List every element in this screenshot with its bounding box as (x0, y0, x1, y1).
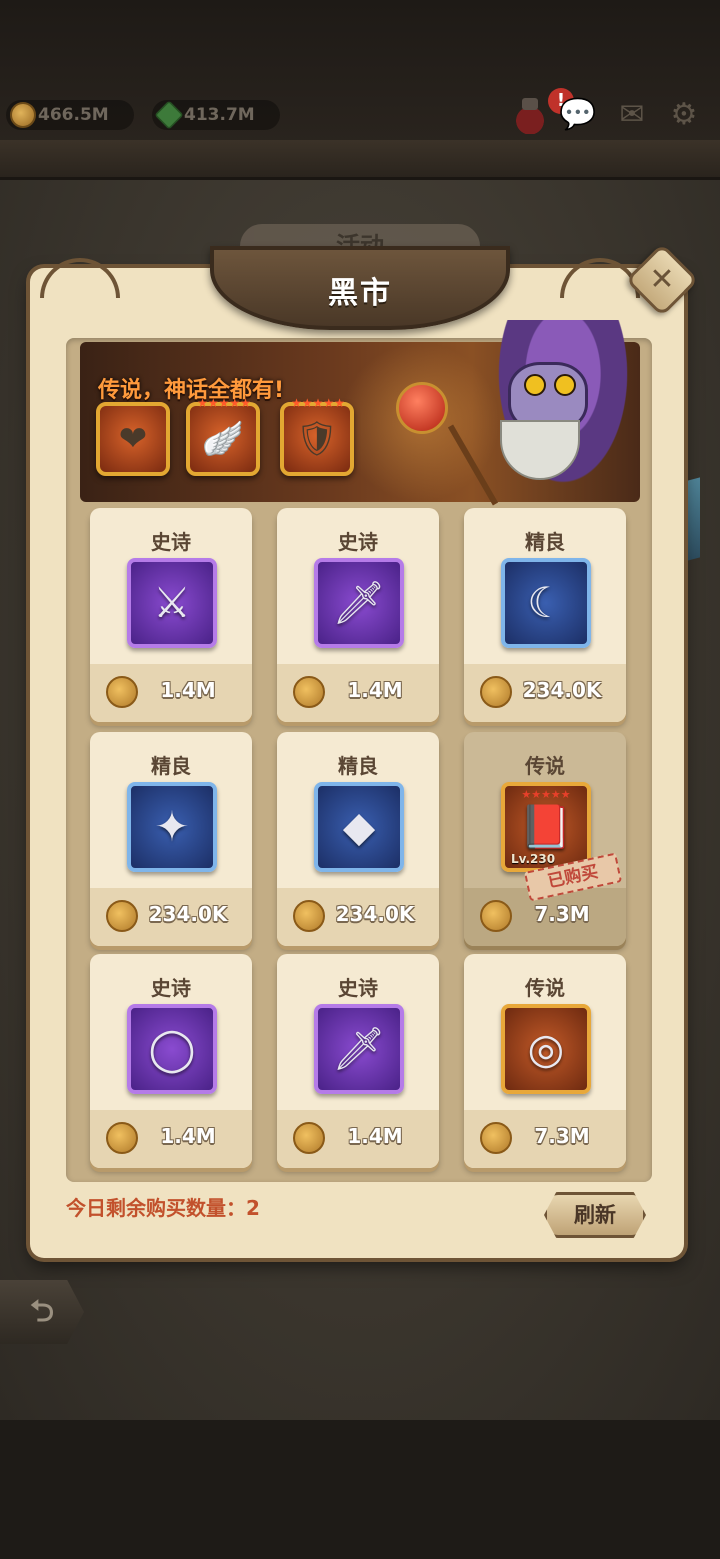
dagger-icon: 🗡 (314, 558, 404, 648)
chat-icon[interactable]: 💬 (558, 96, 598, 134)
price-row: 234.0K (90, 888, 252, 946)
item-price: 7.3M (534, 1124, 590, 1148)
item-rarity: 史诗 (338, 530, 378, 554)
potion-icon[interactable] (512, 96, 548, 134)
item-glyph: 🗡 (332, 578, 386, 627)
gold-amount: 466.5M (38, 105, 109, 125)
gem-icon (154, 100, 184, 130)
item-glyph: ◯ (148, 1024, 196, 1073)
settings-gear-icon[interactable]: ⚙ (664, 96, 704, 134)
gold-coin-icon (10, 102, 36, 128)
price-row: 1.4M (277, 1110, 439, 1168)
item-glyph: ⚔ (153, 578, 191, 627)
merchant-eye-left (524, 374, 546, 396)
legend-ring-icon: ◎ (501, 1004, 591, 1094)
item-rarity: 传说 (525, 976, 565, 1000)
gold-coin-icon (293, 900, 325, 932)
gold-coin-icon (106, 900, 138, 932)
price-row: 234.0K (464, 664, 626, 722)
gold-coin-icon (480, 1122, 512, 1154)
banner-wing-blade: ★★★★★ 🪽 (186, 396, 260, 476)
banner-heart-scepter: ❤ (96, 402, 170, 476)
panel-title: 黑市 (328, 276, 392, 311)
item-rarity: 精良 (338, 754, 378, 778)
item-price: 234.0K (522, 678, 602, 702)
scythe-icon: ☾ (501, 558, 591, 648)
item-rarity: 史诗 (338, 976, 378, 1000)
gold-coin-icon (480, 900, 512, 932)
heart-scepter-icon: ❤ (118, 419, 148, 459)
shop-item-card[interactable]: 史诗 🗡 1.4M (277, 508, 439, 722)
item-price: 234.0K (335, 902, 415, 926)
gold-counter: 466.5M (6, 100, 134, 130)
banner-slogan: 传说，神话全都有! (98, 378, 285, 403)
item-price: 234.0K (148, 902, 228, 926)
item-level: Lv.230 (511, 852, 556, 866)
gold-coin-icon (480, 676, 512, 708)
bottom-background (0, 1420, 720, 1559)
item-price: 7.3M (534, 902, 590, 926)
price-row: 1.4M (90, 664, 252, 722)
back-arrow-icon[interactable]: ⮌ (0, 1280, 84, 1344)
shop-item-card[interactable]: 精良 ✦ 234.0K (90, 732, 252, 946)
item-rarity: 精良 (525, 530, 565, 554)
item-rarity: 精良 (151, 754, 191, 778)
wing-blade-icon: 🪽 (201, 419, 245, 459)
shop-item-card[interactable]: 史诗 ⚔ 1.4M (90, 508, 252, 722)
gold-coin-icon (106, 1122, 138, 1154)
shop-item-card[interactable]: 传说 ◎ 7.3M (464, 954, 626, 1168)
spellbook-icon: 📕 ★★★★★ Lv.230 (501, 782, 591, 872)
gold-coin-icon (293, 1122, 325, 1154)
item-glyph: 🗡 (332, 1024, 386, 1073)
gold-coin-icon (106, 676, 138, 708)
item-price: 1.4M (160, 1124, 216, 1148)
remaining-purchases: 今日剩余购买数量：2 (66, 1196, 260, 1220)
shop-item-card[interactable]: 传说 📕 ★★★★★ Lv.230 7.3M 已购买 (464, 732, 626, 946)
price-row: 234.0K (277, 888, 439, 946)
item-price: 1.4M (160, 678, 216, 702)
item-glyph: ◆ (342, 802, 376, 851)
item-glyph: ◎ (527, 1024, 565, 1073)
crystal-staff-icon: ✦ (127, 782, 217, 872)
close-icon[interactable]: ✕ (636, 254, 688, 306)
gold-coin-icon (293, 676, 325, 708)
gem-counter: 413.7M (152, 100, 280, 130)
armor-icon: 🛡 (295, 419, 339, 459)
sickle-blade-icon: ⚔ (127, 558, 217, 648)
price-row: 7.3M (464, 1110, 626, 1168)
price-row: 1.4M (277, 664, 439, 722)
gem-amount: 413.7M (184, 105, 255, 125)
star-rating: ★★★★★ (521, 788, 571, 801)
top-background (0, 0, 720, 160)
header-shelf (0, 140, 720, 180)
ring-icon: ◯ (127, 1004, 217, 1094)
shop-item-card[interactable]: 史诗 ◯ 1.4M (90, 954, 252, 1168)
merchant-eye-right (554, 374, 576, 396)
shop-item-card[interactable]: 精良 ◆ 234.0K (277, 732, 439, 946)
item-price: 1.4M (347, 678, 403, 702)
amulet-icon: ◆ (314, 782, 404, 872)
item-glyph: ☾ (527, 578, 565, 627)
dagger-icon: 🗡 (314, 1004, 404, 1094)
shop-item-card[interactable]: 精良 ☾ 234.0K (464, 508, 626, 722)
shop-item-card[interactable]: 史诗 🗡 1.4M (277, 954, 439, 1168)
item-glyph: ✦ (154, 802, 190, 851)
merchant-orb-icon (396, 382, 448, 434)
item-price: 1.4M (347, 1124, 403, 1148)
item-rarity: 史诗 (151, 976, 191, 1000)
mail-icon[interactable]: ✉ (612, 96, 652, 134)
banner-armor: ★★★★★ 🛡 (280, 396, 354, 476)
refresh-button[interactable]: 刷新 (544, 1192, 646, 1238)
item-rarity: 史诗 (151, 530, 191, 554)
item-rarity: 传说 (525, 754, 565, 778)
price-row: 1.4M (90, 1110, 252, 1168)
